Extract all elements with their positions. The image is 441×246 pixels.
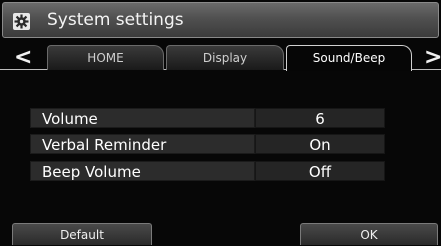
setting-value-verbal-reminder[interactable]: On	[255, 134, 385, 154]
setting-value-beep-volume[interactable]: Off	[255, 161, 385, 181]
setting-label-verbal-reminder[interactable]: Verbal Reminder	[30, 134, 255, 154]
setting-label-volume[interactable]: Volume	[30, 108, 255, 128]
page-title: System settings	[47, 10, 184, 30]
gear-icon	[13, 13, 30, 30]
tab-display[interactable]: Display	[166, 45, 284, 70]
ok-button[interactable]: OK	[300, 223, 438, 245]
setting-value-volume[interactable]: 6	[255, 108, 385, 128]
title-bar: System settings	[2, 2, 439, 38]
setting-label-beep-volume[interactable]: Beep Volume	[30, 161, 255, 181]
tab-home[interactable]: HOME	[47, 45, 164, 70]
tab-sound-beep[interactable]: Sound/Beep	[286, 45, 412, 71]
chevron-right-icon[interactable]: >	[424, 47, 441, 69]
default-button[interactable]: Default	[12, 223, 152, 245]
chevron-left-icon[interactable]: <	[14, 47, 32, 69]
